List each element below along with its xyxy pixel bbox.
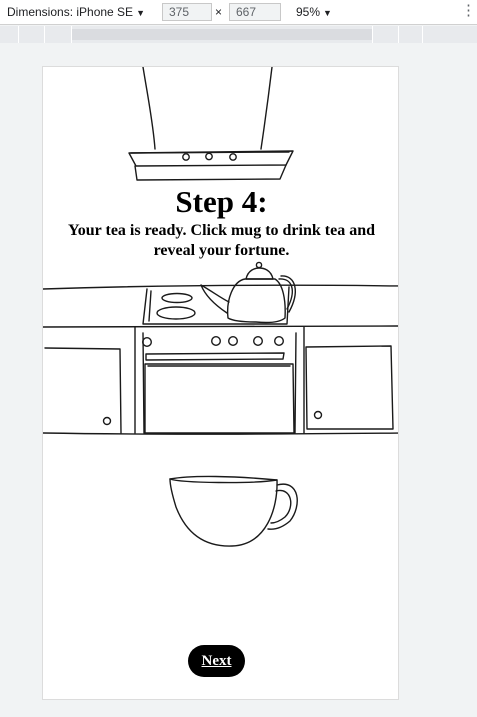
zoom-label: 95% bbox=[296, 5, 321, 19]
zoom-selector[interactable]: 95% ▼ bbox=[296, 5, 332, 19]
media-query-ruler bbox=[0, 26, 477, 43]
caret-down-icon: ▼ bbox=[323, 8, 332, 18]
range-hood-icon bbox=[123, 67, 295, 184]
ruler-divider bbox=[18, 26, 19, 43]
ruler-divider bbox=[44, 26, 45, 43]
height-input[interactable] bbox=[229, 3, 281, 21]
device-label: Dimensions: iPhone SE bbox=[7, 5, 134, 19]
media-query-bar[interactable] bbox=[72, 29, 372, 40]
device-toolbar: Dimensions: iPhone SE▼ × 95%▼ ⋮ bbox=[0, 0, 477, 25]
ruler-divider bbox=[372, 26, 373, 43]
device-viewport: Step 4: Your tea is ready. Click mug to … bbox=[42, 66, 399, 700]
vertical-dots-icon[interactable]: ⋮ bbox=[461, 2, 476, 20]
ruler-divider bbox=[71, 26, 72, 43]
ruler-divider bbox=[422, 26, 423, 43]
kitchen-counter-icon bbox=[43, 260, 398, 440]
kettle-icon bbox=[200, 261, 296, 324]
width-input[interactable] bbox=[162, 3, 212, 21]
ruler-divider bbox=[398, 26, 399, 43]
device-selector[interactable]: Dimensions: iPhone SE ▼ bbox=[7, 5, 145, 19]
step-title: Step 4: bbox=[175, 184, 268, 219]
caret-down-icon: ▼ bbox=[136, 8, 145, 18]
next-button[interactable]: Next bbox=[188, 645, 245, 677]
step-description: Your tea is ready. Click mug to drink te… bbox=[68, 222, 375, 259]
times-sign: × bbox=[215, 5, 223, 19]
mug-icon[interactable] bbox=[162, 469, 307, 559]
